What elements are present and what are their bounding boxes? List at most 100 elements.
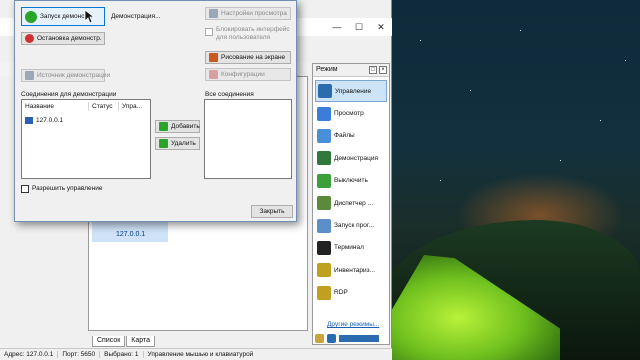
block-interface-checkbox[interactable] xyxy=(205,28,213,36)
mode-item[interactable]: Выключить xyxy=(315,170,387,192)
play-icon xyxy=(25,10,37,23)
config-icon xyxy=(209,70,218,79)
close-icon[interactable]: ✕ xyxy=(370,18,392,36)
status-port: Порт: 5650 xyxy=(58,351,101,358)
close-panel-icon[interactable]: × xyxy=(379,66,387,74)
power-icon xyxy=(317,173,331,188)
star xyxy=(600,120,601,121)
star xyxy=(625,60,626,61)
monitor-icon xyxy=(25,71,34,80)
settings-icon xyxy=(209,9,218,18)
demo-status: Демонстрация... xyxy=(111,13,161,20)
connection-name: 127.0.0.1 xyxy=(36,117,64,124)
stop-demo-button[interactable]: Остановка демонстр. xyxy=(21,32,105,45)
column-separator xyxy=(118,102,119,111)
demo-connections-list[interactable]: Название Статус Упра... 127.0.0.1 xyxy=(21,99,151,179)
remove-label: Удалить xyxy=(171,140,196,147)
tab-list[interactable]: Список xyxy=(92,336,126,347)
mode-list: Управление Просмотр Файлы Демонстрация Выклю… xyxy=(315,80,387,304)
mode-item[interactable]: Запуск прог... xyxy=(315,214,387,236)
mode-item-label: Диспетчер ... xyxy=(334,199,374,207)
star xyxy=(520,30,521,31)
allow-control-checkbox[interactable] xyxy=(21,185,29,193)
mode-item[interactable]: Демонстрация xyxy=(315,147,387,169)
mouse-cursor-icon xyxy=(84,9,94,24)
star xyxy=(420,40,421,41)
view-icon xyxy=(317,106,331,121)
mode-panel-footer xyxy=(315,332,387,344)
viewer-settings-button[interactable]: Настройки просмотра xyxy=(205,7,291,20)
all-connections-list[interactable] xyxy=(204,99,292,179)
block-interface-label-2: для пользователя xyxy=(216,34,271,41)
demo-source-label: Источник демонстрации xyxy=(37,72,111,79)
column-name: Название xyxy=(25,103,55,110)
star xyxy=(560,160,561,161)
rdp-icon xyxy=(317,285,331,300)
task-manager-icon xyxy=(317,196,331,211)
configurations-button[interactable]: Конфигурации xyxy=(205,68,291,81)
demo-source-button[interactable]: Источник демонстрации xyxy=(21,69,110,82)
status-mode: Управление мышью и клавиатурой xyxy=(147,351,254,358)
column-status: Статус xyxy=(92,103,113,110)
terminal-icon xyxy=(317,240,331,255)
add-button[interactable]: Добавить xyxy=(155,120,200,133)
add-label: Добавить xyxy=(171,123,200,130)
demonstration-dialog: Запуск демонстр. Демонстрация... Останов… xyxy=(14,0,297,222)
settings-icon[interactable] xyxy=(315,333,324,343)
mode-item[interactable]: Просмотр xyxy=(315,102,387,124)
status-selected: Выбрано: 1 xyxy=(100,351,144,358)
mode-item[interactable]: Инвентариз... xyxy=(315,259,387,281)
view-tabs: Список Карта xyxy=(92,336,156,347)
stop-demo-label: Остановка демонстр. xyxy=(37,35,102,42)
column-separator xyxy=(88,102,89,111)
progress-bar xyxy=(339,334,379,342)
control-icon xyxy=(318,84,332,99)
all-connections-label: Все соединения xyxy=(205,91,254,98)
mode-item-label: Выключить xyxy=(334,177,368,185)
mode-item[interactable]: Терминал xyxy=(315,237,387,259)
status-address: Адрес: 127.0.0.1 xyxy=(0,351,59,358)
tab-map[interactable]: Карта xyxy=(126,336,156,347)
mode-item[interactable]: Диспетчер ... xyxy=(315,192,387,214)
mode-item-label: Управление xyxy=(335,87,372,95)
connections-label: Соединения для демонстрации xyxy=(21,91,117,98)
remove-button[interactable]: Удалить xyxy=(155,137,200,150)
status-bar: Адрес: 127.0.0.1 Порт: 5650 Выбрано: 1 У… xyxy=(0,348,392,360)
draw-on-screen-button[interactable]: Рисование на экране xyxy=(205,51,291,64)
mode-item-label: Инвентариз... xyxy=(334,266,376,274)
arrow-left-icon xyxy=(159,122,168,131)
computer-icon xyxy=(25,117,33,124)
close-button[interactable]: Закрыть xyxy=(251,205,293,218)
list-item[interactable]: 127.0.0.1 xyxy=(25,117,63,124)
mode-panel: Режим □ × Управление Просмотр Файлы Демонст… xyxy=(312,63,390,345)
inventory-icon xyxy=(317,263,331,278)
demo-icon xyxy=(317,151,331,166)
files-icon xyxy=(317,128,331,143)
mode-panel-header: Режим □ × xyxy=(313,64,389,77)
allow-control-label: Разрешить управление xyxy=(32,185,103,192)
maximize-icon[interactable]: ☐ xyxy=(348,18,370,36)
more-modes-link[interactable]: Другие режимы... xyxy=(327,321,379,328)
mode-item-label: RDP xyxy=(334,289,348,297)
run-icon xyxy=(317,218,331,233)
mode-item[interactable]: RDP xyxy=(315,282,387,304)
mode-item[interactable]: Файлы xyxy=(315,125,387,147)
close-label: Закрыть xyxy=(259,208,285,215)
draw-on-screen-label: Рисование на экране xyxy=(221,54,286,61)
mode-panel-title: Режим xyxy=(316,66,338,73)
stop-icon xyxy=(25,34,34,43)
star xyxy=(470,90,471,91)
mode-item-label: Демонстрация xyxy=(334,154,379,162)
mode-item-label: Просмотр xyxy=(334,110,364,118)
display-icon[interactable] xyxy=(327,333,336,343)
star xyxy=(440,180,441,181)
pencil-icon xyxy=(209,53,218,62)
mode-item-label: Файлы xyxy=(334,132,355,140)
arrow-right-icon xyxy=(159,139,168,148)
mode-item-label: Запуск прог... xyxy=(334,222,374,230)
mode-item[interactable]: Управление xyxy=(315,80,387,103)
configurations-label: Конфигурации xyxy=(221,71,265,78)
minimize-icon[interactable]: — xyxy=(326,18,348,36)
pin-icon[interactable]: □ xyxy=(369,66,377,74)
column-control: Упра... xyxy=(122,103,143,110)
